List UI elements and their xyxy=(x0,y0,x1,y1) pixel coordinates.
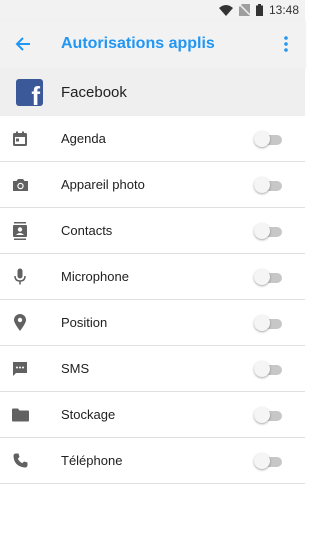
permission-list: Agenda Appareil photo Contacts Microphon… xyxy=(0,116,305,484)
permission-row-contacts[interactable]: Contacts xyxy=(0,208,305,254)
app-bar: Autorisations applis xyxy=(0,20,305,68)
phone-icon xyxy=(10,451,30,471)
calendar-icon xyxy=(10,129,30,149)
back-button[interactable] xyxy=(0,20,46,68)
camera-toggle[interactable] xyxy=(254,176,282,193)
contacts-toggle[interactable] xyxy=(254,222,282,239)
storage-toggle[interactable] xyxy=(254,406,282,423)
wifi-icon xyxy=(218,4,233,16)
permission-label: Téléphone xyxy=(61,453,123,468)
permission-row-phone[interactable]: Téléphone xyxy=(0,438,305,484)
permission-row-microphone[interactable]: Microphone xyxy=(0,254,305,300)
location-icon xyxy=(10,313,30,333)
battery-icon xyxy=(255,4,263,16)
permission-label: Contacts xyxy=(61,223,113,238)
page-title: Autorisations applis xyxy=(61,35,215,52)
permission-row-position[interactable]: Position xyxy=(0,300,305,346)
permission-row-storage[interactable]: Stockage xyxy=(0,392,305,438)
permission-label: SMS xyxy=(61,361,90,376)
permission-label: Agenda xyxy=(61,131,106,146)
facebook-logo-icon: f xyxy=(16,78,43,106)
status-time: 13:48 xyxy=(268,3,299,17)
permission-label: Stockage xyxy=(61,407,116,422)
contacts-icon xyxy=(10,221,30,241)
phone-toggle[interactable] xyxy=(254,452,282,469)
status-bar: 13:48 xyxy=(0,0,305,20)
agenda-toggle[interactable] xyxy=(254,130,282,147)
permission-label: Microphone xyxy=(61,269,129,284)
permission-row-agenda[interactable]: Agenda xyxy=(0,116,305,162)
position-toggle[interactable] xyxy=(254,314,282,331)
no-sim-icon xyxy=(238,4,250,16)
more-options-button[interactable] xyxy=(271,20,301,68)
permission-row-sms[interactable]: SMS xyxy=(0,346,305,392)
back-arrow-icon xyxy=(15,37,30,51)
microphone-toggle[interactable] xyxy=(254,268,282,285)
more-vert-icon xyxy=(284,36,288,52)
sms-toggle[interactable] xyxy=(254,360,282,377)
permission-row-camera[interactable]: Appareil photo xyxy=(0,162,305,208)
microphone-icon xyxy=(10,267,30,287)
folder-icon xyxy=(10,405,30,425)
camera-icon xyxy=(10,175,30,195)
permission-label: Appareil photo xyxy=(61,177,145,192)
sms-icon xyxy=(10,359,30,379)
app-name: Facebook xyxy=(61,83,127,101)
permission-label: Position xyxy=(61,315,108,330)
app-header: f Facebook xyxy=(0,68,305,116)
